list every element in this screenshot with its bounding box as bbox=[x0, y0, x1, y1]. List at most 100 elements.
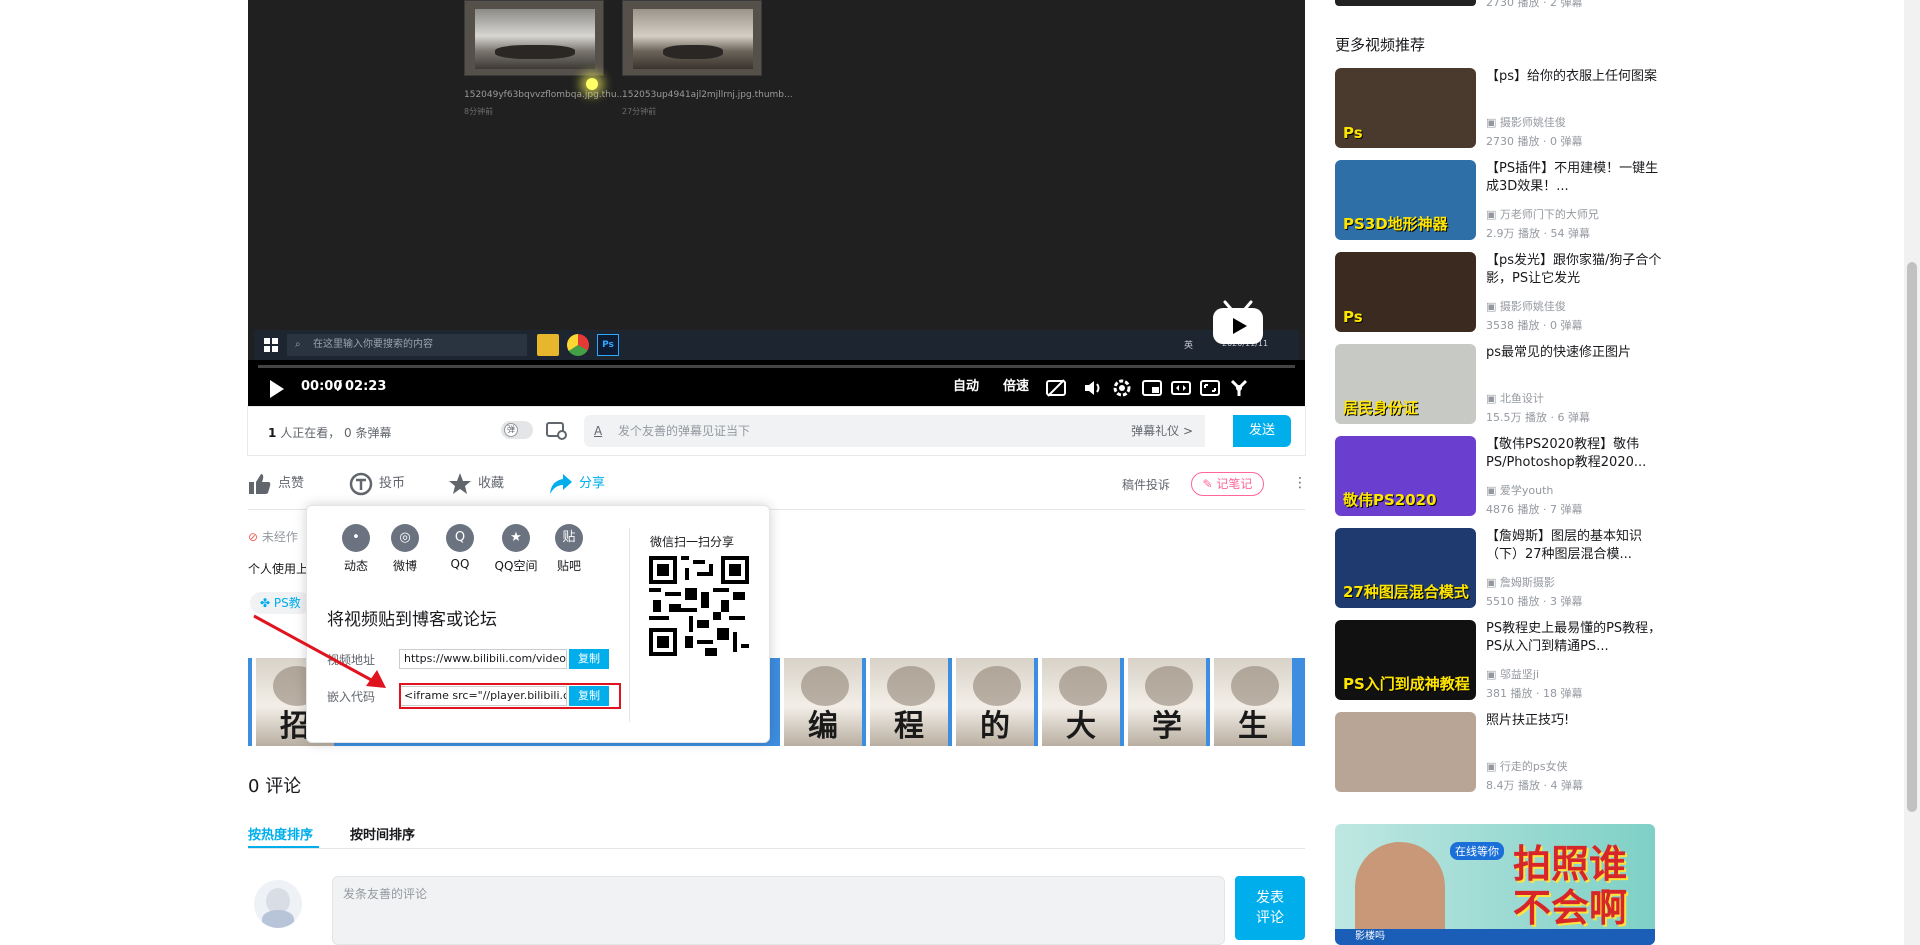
comment-input[interactable]: 发条友善的评论 bbox=[332, 876, 1225, 945]
recommend-thumbnail[interactable]: PS入门到成神教程 bbox=[1335, 620, 1476, 700]
uploader-name: 詹姆斯摄影 bbox=[1499, 576, 1555, 589]
play-icon[interactable] bbox=[268, 379, 286, 399]
settings-icon[interactable] bbox=[1111, 377, 1133, 399]
file-thumbnail bbox=[464, 0, 604, 76]
recommend-title[interactable]: 【ps】给你的衣服上任何图案 bbox=[1486, 68, 1662, 86]
speed-button[interactable]: 倍速 bbox=[1003, 372, 1029, 402]
share-tieba[interactable]: 贴贴吧 bbox=[540, 524, 598, 574]
recommend-uploader[interactable]: ▣ 摄影师姚佳俊 bbox=[1486, 298, 1566, 314]
banner-cat-tile: 生 bbox=[1210, 658, 1292, 746]
danmaku-send-button[interactable]: 发送 bbox=[1233, 415, 1291, 447]
danmaku-settings-icon[interactable] bbox=[546, 421, 568, 441]
recommend-title[interactable]: 【ps发光】跟你家猫/狗子合个影，PS让它发光 bbox=[1486, 252, 1662, 288]
scrollbar-thumb[interactable] bbox=[1907, 262, 1917, 812]
coin-button[interactable]: 投币 bbox=[349, 470, 405, 498]
quality-button[interactable]: 自动 bbox=[953, 372, 979, 402]
thumbnail-text: PS3D地形神器 bbox=[1343, 215, 1448, 233]
recommend-uploader[interactable]: ▣ 北鱼设计 bbox=[1486, 390, 1544, 406]
tag-label: PS教 bbox=[273, 596, 301, 610]
like-button[interactable]: 点赞 bbox=[248, 470, 304, 498]
copy-url-button[interactable]: 复制 bbox=[569, 649, 609, 669]
fullscreen-icon[interactable] bbox=[1228, 377, 1250, 399]
recommend-title[interactable]: ps最常见的快速修正图片 bbox=[1486, 344, 1662, 362]
recommend-title[interactable]: PS教程史上最易懂的PS教程，PS从入门到精通PS... bbox=[1486, 620, 1662, 656]
recommend-item[interactable]: 27种图层混合模式 【詹姆斯】图层的基本知识（下）27种图层混合模... ▣ 詹姆斯… bbox=[1335, 528, 1665, 612]
share-item-label: 动态 bbox=[343, 559, 368, 573]
tieba-icon: 贴 bbox=[555, 524, 583, 552]
description-text: 个人使用上 bbox=[248, 562, 309, 576]
share-weibo[interactable]: ◎ 微博 bbox=[376, 524, 434, 574]
danmaku-toggle[interactable]: 弹 bbox=[501, 421, 533, 439]
banner-cat-tile: 学 bbox=[1124, 658, 1206, 746]
recommend-uploader[interactable]: ▣ 邬益坚ji bbox=[1486, 666, 1539, 682]
play-overlay-icon[interactable] bbox=[1211, 300, 1265, 346]
progress-bar[interactable] bbox=[258, 365, 1295, 368]
comment-count: 0 bbox=[248, 776, 260, 797]
video-url-field[interactable]: https://www.bilibili.com/video/B bbox=[399, 649, 567, 669]
video-frame[interactable]: 152049yf63bqvvzflombqa.jpg.thu... 8分钟前 1… bbox=[248, 0, 1305, 360]
recommend-item[interactable]: 居民身份证 ps最常见的快速修正图片 ▣ 北鱼设计 15.5万 播放 · 6 弹幕 bbox=[1335, 344, 1665, 428]
text-style-icon[interactable]: A bbox=[594, 415, 602, 447]
uploader-icon: ▣ bbox=[1486, 576, 1500, 589]
favorite-button[interactable]: 收藏 bbox=[448, 470, 504, 498]
recommend-title[interactable]: 照片扶正技巧! bbox=[1486, 712, 1662, 730]
share-icon bbox=[550, 473, 572, 494]
share-qq[interactable]: Q QQ bbox=[431, 524, 489, 571]
recommend-thumbnail[interactable]: 27种图层混合模式 bbox=[1335, 528, 1476, 608]
recommend-uploader[interactable]: ▣ 万老师门下的大师兄 bbox=[1486, 206, 1599, 222]
sort-by-hot-tab[interactable]: 按热度排序 bbox=[248, 824, 313, 843]
share-button[interactable]: 分享 bbox=[549, 470, 605, 498]
recommend-thumbnail[interactable]: Ps bbox=[1335, 252, 1476, 332]
banner-char: 学 bbox=[1152, 709, 1182, 744]
recommend-thumbnail[interactable]: Ps bbox=[1335, 68, 1476, 148]
highlight-box bbox=[399, 683, 621, 709]
sort-by-time-tab[interactable]: 按时间排序 bbox=[350, 824, 415, 843]
recommend-uploader[interactable]: ▣ 爱学youth bbox=[1486, 482, 1553, 498]
danmaku-input[interactable]: A 发个友善的弹幕见证当下 弹幕礼仪 > bbox=[584, 415, 1205, 447]
video-player[interactable]: 152049yf63bqvvzflombqa.jpg.thu... 8分钟前 1… bbox=[248, 0, 1305, 407]
recommend-stats: 15.5万 播放 · 6 弹幕 bbox=[1486, 411, 1590, 424]
volume-icon[interactable] bbox=[1082, 377, 1104, 399]
notes-label: 记笔记 bbox=[1216, 477, 1253, 491]
recommend-item[interactable]: PS3D地形神器 【PS插件】不用建模！一键生成3D效果！... ▣ 万老师门下的大… bbox=[1335, 160, 1665, 244]
video-thumbnail[interactable] bbox=[1335, 0, 1476, 6]
comments-heading: 0 评论 bbox=[248, 772, 301, 798]
recommend-item[interactable]: Ps 【ps发光】跟你家猫/狗子合个影，PS让它发光 ▣ 摄影师姚佳俊 3538 播放… bbox=[1335, 252, 1665, 336]
recommend-uploader[interactable]: ▣ 摄影师姚佳俊 bbox=[1486, 114, 1566, 130]
widescreen-icon[interactable] bbox=[1170, 377, 1192, 399]
recommend-item[interactable]: PS入门到成神教程 PS教程史上最易懂的PS教程，PS从入门到精通PS... ▣ 邬… bbox=[1335, 620, 1665, 704]
video-tag[interactable]: ✤ PS教 bbox=[250, 592, 311, 614]
recommend-title[interactable]: 【詹姆斯】图层的基本知识（下）27种图层混合模... bbox=[1486, 528, 1662, 564]
share-qzone[interactable]: ★ QQ空间 bbox=[487, 524, 545, 574]
recommend-item[interactable]: 照片扶正技巧! ▣ 行走的ps女侠 8.4万 播放 · 4 弹幕 bbox=[1335, 712, 1665, 796]
danmaku-etiquette-link[interactable]: 弹幕礼仪 > bbox=[1131, 415, 1193, 447]
post-comment-button[interactable]: 发表 评论 bbox=[1235, 876, 1305, 940]
recommend-uploader[interactable]: ▣ 詹姆斯摄影 bbox=[1486, 574, 1555, 590]
recommend-thumbnail[interactable]: 居民身份证 bbox=[1335, 344, 1476, 424]
uploader-name: 北鱼设计 bbox=[1499, 392, 1544, 405]
recommend-uploader[interactable]: ▣ 行走的ps女侠 bbox=[1486, 758, 1568, 774]
notes-button[interactable]: ✎ 记笔记 bbox=[1191, 472, 1264, 496]
danmaku-count: 0 条弹幕 bbox=[344, 426, 392, 440]
ad-banner[interactable]: 在线等你 拍照谁不会啊 影楼吗 bbox=[1335, 824, 1655, 945]
recommend-title[interactable]: 【敬伟PS2020教程】敬伟PS/Photoshop教程2020... bbox=[1486, 436, 1662, 472]
web-fullscreen-icon[interactable] bbox=[1199, 377, 1221, 399]
recommend-title[interactable]: 【PS插件】不用建模！一键生成3D效果！... bbox=[1486, 160, 1662, 196]
pip-icon[interactable] bbox=[1141, 377, 1163, 399]
banner-char: 的 bbox=[980, 709, 1010, 744]
recommend-thumbnail[interactable]: PS3D地形神器 bbox=[1335, 160, 1476, 240]
share-item-label: QQ空间 bbox=[494, 559, 538, 573]
more-menu-icon[interactable]: ⋮ bbox=[1293, 475, 1307, 491]
recommend-thumbnail[interactable]: 敬伟PS2020 bbox=[1335, 436, 1476, 516]
like-label: 点赞 bbox=[278, 476, 305, 491]
recommend-item[interactable]: 敬伟PS2020 【敬伟PS2020教程】敬伟PS/Photoshop教程2020… bbox=[1335, 436, 1665, 520]
report-link[interactable]: 稿件投诉 bbox=[1122, 476, 1170, 493]
coin-label: 投币 bbox=[379, 476, 406, 491]
recommend-thumbnail[interactable] bbox=[1335, 712, 1476, 792]
avatar[interactable] bbox=[254, 880, 302, 928]
comment-title: 评论 bbox=[265, 776, 302, 797]
chrome-icon bbox=[567, 334, 589, 356]
recommend-item[interactable]: Ps 【ps】给你的衣服上任何图案 ▣ 摄影师姚佳俊 2730 播放 · 0 弹幕 bbox=[1335, 68, 1665, 152]
danmaku-off-icon[interactable] bbox=[1045, 377, 1067, 399]
share-item-label: 贴吧 bbox=[556, 559, 581, 573]
